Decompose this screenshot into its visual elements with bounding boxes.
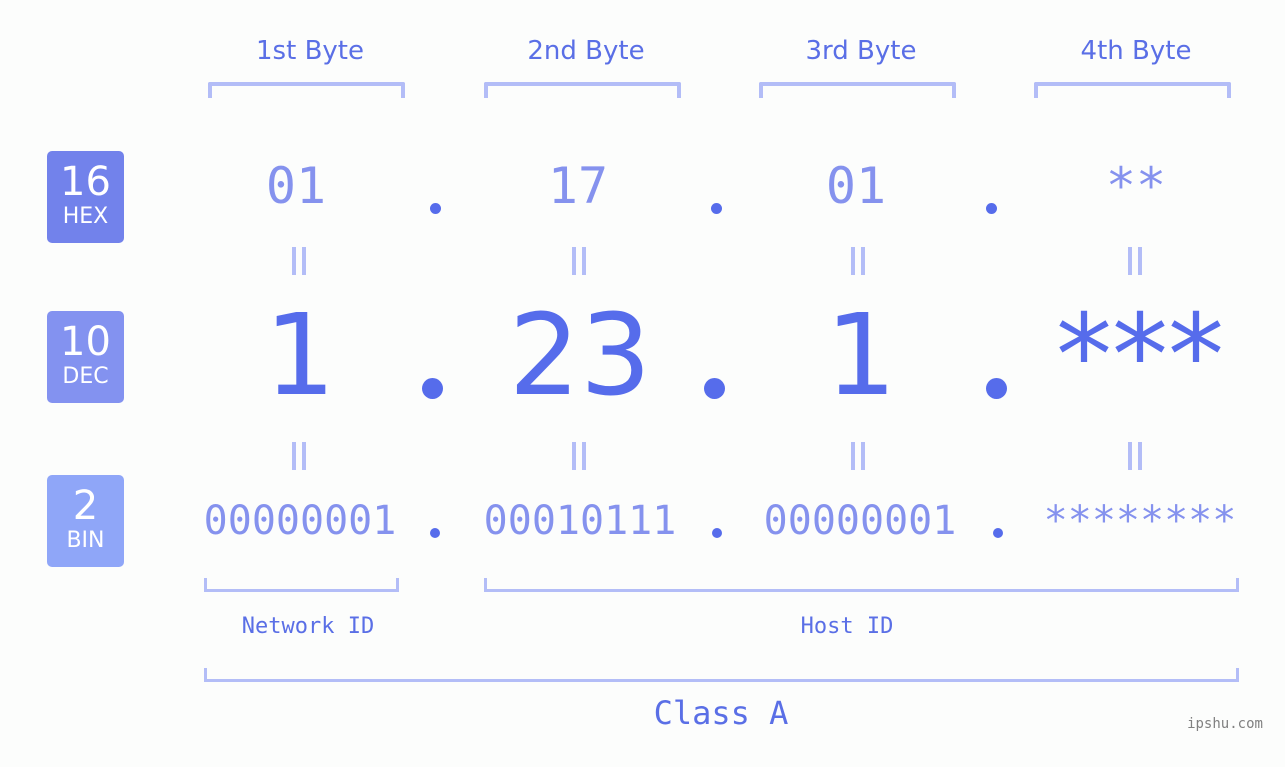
hex-byte-2: 17	[547, 157, 609, 215]
dec-badge-label: DEC	[62, 364, 109, 389]
host-id-bracket	[484, 578, 1239, 592]
network-id-label: Network ID	[241, 614, 375, 639]
bin-separator-dot	[712, 528, 722, 538]
dec-byte-1: 1	[264, 291, 336, 421]
dec-byte-2: 23	[508, 291, 652, 421]
hex-separator-dot	[430, 203, 441, 214]
equals-icon	[572, 247, 586, 275]
byte-bracket-3	[759, 82, 956, 98]
bin-separator-dot	[993, 528, 1003, 538]
equals-icon	[292, 247, 306, 275]
byte-header-4: 4th Byte	[1080, 36, 1192, 66]
dec-badge-number: 10	[60, 319, 111, 365]
equals-icon	[851, 442, 865, 470]
hex-byte-4: **	[1105, 157, 1167, 215]
hex-separator-dot	[986, 203, 997, 214]
equals-icon	[1128, 247, 1142, 275]
bin-byte-4: ********	[1043, 498, 1237, 544]
dec-separator-dot	[986, 378, 1007, 399]
host-id-label: Host ID	[800, 614, 894, 639]
dec-separator-dot	[704, 378, 725, 399]
bin-byte-3: 00000001	[763, 498, 957, 544]
dec-badge: 10 DEC	[47, 311, 124, 403]
equals-icon	[1128, 442, 1142, 470]
ip-class-label: Class A	[653, 694, 789, 732]
bin-separator-dot	[430, 528, 440, 538]
hex-badge: 16 HEX	[47, 151, 124, 243]
equals-icon	[572, 442, 586, 470]
byte-header-3: 3rd Byte	[805, 36, 917, 66]
byte-header-1: 1st Byte	[256, 36, 364, 66]
byte-bracket-4	[1034, 82, 1231, 98]
bin-byte-2: 00010111	[483, 498, 677, 544]
equals-icon	[851, 247, 865, 275]
bin-badge: 2 BIN	[47, 475, 124, 567]
equals-icon	[292, 442, 306, 470]
hex-byte-3: 01	[825, 157, 887, 215]
dec-byte-3: 1	[825, 291, 897, 421]
hex-badge-label: HEX	[62, 204, 109, 229]
bin-byte-1: 00000001	[203, 498, 397, 544]
bin-badge-number: 2	[72, 483, 99, 529]
dec-separator-dot	[422, 378, 443, 399]
bin-badge-label: BIN	[66, 528, 105, 553]
network-id-bracket	[204, 578, 399, 592]
class-bracket	[204, 668, 1239, 682]
watermark: ipshu.com	[1187, 716, 1263, 732]
hex-badge-number: 16	[60, 159, 111, 205]
byte-bracket-1	[208, 82, 405, 98]
hex-separator-dot	[711, 203, 722, 214]
hex-byte-1: 01	[265, 157, 327, 215]
byte-bracket-2	[484, 82, 681, 98]
byte-header-2: 2nd Byte	[527, 36, 645, 66]
dec-byte-4: ***	[1056, 291, 1224, 421]
